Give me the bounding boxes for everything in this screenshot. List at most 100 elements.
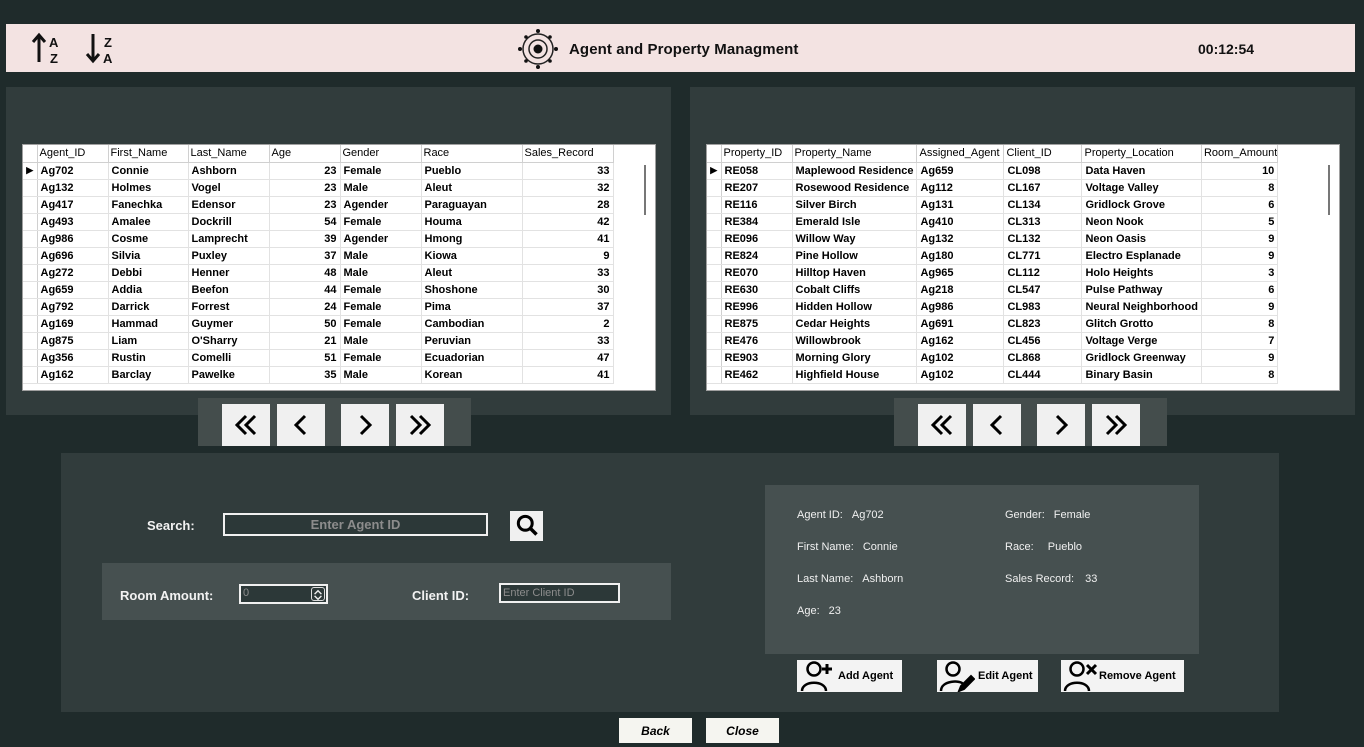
table-cell[interactable]: Dockrill xyxy=(188,213,270,231)
sort-ascending-icon[interactable]: A Z xyxy=(30,30,66,66)
current-row-indicator-icon[interactable]: ▶ xyxy=(707,162,722,180)
table-cell[interactable]: RE384 xyxy=(721,213,793,231)
table-cell[interactable]: Highfield House xyxy=(792,366,918,384)
table-cell[interactable]: Male xyxy=(340,179,422,197)
table-cell[interactable]: Ashborn xyxy=(188,162,270,180)
row-header[interactable] xyxy=(707,230,722,248)
table-cell[interactable]: Neon Nook xyxy=(1081,213,1202,231)
table-cell[interactable]: Comelli xyxy=(188,349,270,367)
row-header[interactable] xyxy=(707,247,722,265)
table-cell[interactable]: Gridlock Grove xyxy=(1081,196,1202,214)
table-cell[interactable]: Rustin xyxy=(108,349,189,367)
table-cell[interactable]: 6 xyxy=(1201,196,1279,214)
table-cell[interactable]: Ag132 xyxy=(916,230,1005,248)
row-header[interactable] xyxy=(707,366,722,384)
properties-first-button[interactable] xyxy=(918,404,966,446)
table-cell[interactable]: Holmes xyxy=(108,179,189,197)
table-cell[interactable]: 33 xyxy=(522,264,614,282)
table-cell[interactable]: Kiowa xyxy=(421,247,523,265)
table-cell[interactable]: RE630 xyxy=(721,281,793,299)
table-cell[interactable]: Hilltop Haven xyxy=(792,264,918,282)
table-cell[interactable]: Connie xyxy=(108,162,189,180)
table-cell[interactable]: Ag410 xyxy=(916,213,1005,231)
table-cell[interactable]: Ag493 xyxy=(37,213,109,231)
table-cell[interactable]: RE824 xyxy=(721,247,793,265)
table-cell[interactable]: 9 xyxy=(1201,247,1279,265)
table-cell[interactable]: CL456 xyxy=(1003,332,1083,350)
table-cell[interactable]: 9 xyxy=(1201,230,1279,248)
table-cell[interactable]: Emerald Isle xyxy=(792,213,918,231)
table-cell[interactable]: Pima xyxy=(421,298,523,316)
row-header[interactable] xyxy=(23,315,38,333)
table-cell[interactable]: 9 xyxy=(1201,349,1279,367)
table-cell[interactable]: Voltage Verge xyxy=(1081,332,1202,350)
property-row[interactable]: RE824 Pine Hollow Ag180 CL771 Electro Esplan… xyxy=(707,247,1279,265)
agent-row[interactable]: Ag493 Amalee Dockrill 54 Female Houma 42 xyxy=(23,213,614,231)
table-cell[interactable]: Fanechka xyxy=(108,196,189,214)
table-cell[interactable]: Ag272 xyxy=(37,264,109,282)
table-cell[interactable]: CL444 xyxy=(1003,366,1083,384)
agent-row[interactable]: Ag875 Liam O'Sharry 21 Male Peruvian 33 xyxy=(23,332,614,350)
row-header[interactable] xyxy=(707,264,722,282)
properties-last-button[interactable] xyxy=(1092,404,1140,446)
table-cell[interactable]: Ag356 xyxy=(37,349,109,367)
table-cell[interactable]: 41 xyxy=(522,366,614,384)
column-header[interactable]: First_Name xyxy=(108,145,189,163)
row-header[interactable] xyxy=(23,230,38,248)
table-cell[interactable]: Male xyxy=(340,332,422,350)
table-cell[interactable]: Holo Heights xyxy=(1081,264,1202,282)
agent-row[interactable]: Ag272 Debbi Henner 48 Male Aleut 33 xyxy=(23,264,614,282)
row-header[interactable] xyxy=(23,332,38,350)
table-cell[interactable]: 8 xyxy=(1201,315,1279,333)
table-cell[interactable]: CL134 xyxy=(1003,196,1083,214)
table-cell[interactable]: Ag102 xyxy=(916,349,1005,367)
table-cell[interactable]: Cosme xyxy=(108,230,189,248)
table-cell[interactable]: Shoshone xyxy=(421,281,523,299)
table-cell[interactable]: Ag169 xyxy=(37,315,109,333)
agent-row[interactable]: Ag162 Barclay Pawelke 35 Male Korean 41 xyxy=(23,366,614,384)
table-cell[interactable]: 32 xyxy=(522,179,614,197)
table-cell[interactable]: RE207 xyxy=(721,179,793,197)
table-cell[interactable]: Neon Oasis xyxy=(1081,230,1202,248)
client-id-input[interactable] xyxy=(499,583,620,603)
table-cell[interactable]: Gridlock Greenway xyxy=(1081,349,1202,367)
table-cell[interactable]: RE096 xyxy=(721,230,793,248)
table-cell[interactable]: 39 xyxy=(269,230,341,248)
column-header[interactable]: Property_Name xyxy=(792,145,918,163)
table-cell[interactable]: Binary Basin xyxy=(1081,366,1202,384)
agent-row[interactable]: Ag792 Darrick Forrest 24 Female Pima 37 xyxy=(23,298,614,316)
table-cell[interactable]: Ag162 xyxy=(37,366,109,384)
table-cell[interactable]: Forrest xyxy=(188,298,270,316)
table-cell[interactable]: 48 xyxy=(269,264,341,282)
table-cell[interactable]: Morning Glory xyxy=(792,349,918,367)
table-cell[interactable]: 8 xyxy=(1201,366,1279,384)
table-cell[interactable]: Willowbrook xyxy=(792,332,918,350)
table-cell[interactable]: Data Haven xyxy=(1081,162,1202,180)
agent-row[interactable]: Ag417 Fanechka Edensor 23 Agender Paraguayan 2… xyxy=(23,196,614,214)
property-row[interactable]: RE996 Hidden Hollow Ag986 CL983 Neural Neigh… xyxy=(707,298,1279,316)
table-cell[interactable]: Ag132 xyxy=(37,179,109,197)
table-cell[interactable]: 23 xyxy=(269,179,341,197)
table-cell[interactable]: Voltage Valley xyxy=(1081,179,1202,197)
table-cell[interactable]: 6 xyxy=(1201,281,1279,299)
table-cell[interactable]: 37 xyxy=(269,247,341,265)
table-cell[interactable]: Pine Hollow xyxy=(792,247,918,265)
table-cell[interactable]: 7 xyxy=(1201,332,1279,350)
sort-descending-icon[interactable]: Z A xyxy=(84,30,120,66)
agent-row[interactable]: Ag696 Silvia Puxley 37 Male Kiowa 9 xyxy=(23,247,614,265)
row-header[interactable] xyxy=(707,196,722,214)
row-header[interactable] xyxy=(707,349,722,367)
agent-row[interactable]: Ag986 Cosme Lamprecht 39 Agender Hmong 41 xyxy=(23,230,614,248)
table-cell[interactable]: 33 xyxy=(522,332,614,350)
table-cell[interactable]: 30 xyxy=(522,281,614,299)
column-header[interactable]: Room_Amount xyxy=(1201,145,1279,163)
row-header[interactable] xyxy=(23,281,38,299)
table-cell[interactable]: Ag696 xyxy=(37,247,109,265)
table-cell[interactable]: Pueblo xyxy=(421,162,523,180)
property-row[interactable]: ▶ RE058 Maplewood Residence Ag659 CL098 Data … xyxy=(707,162,1279,180)
current-row-indicator-icon[interactable]: ▶ xyxy=(23,162,38,180)
table-cell[interactable]: 28 xyxy=(522,196,614,214)
table-cell[interactable]: Ag986 xyxy=(916,298,1005,316)
row-header[interactable] xyxy=(707,179,722,197)
table-cell[interactable]: Ag112 xyxy=(916,179,1005,197)
